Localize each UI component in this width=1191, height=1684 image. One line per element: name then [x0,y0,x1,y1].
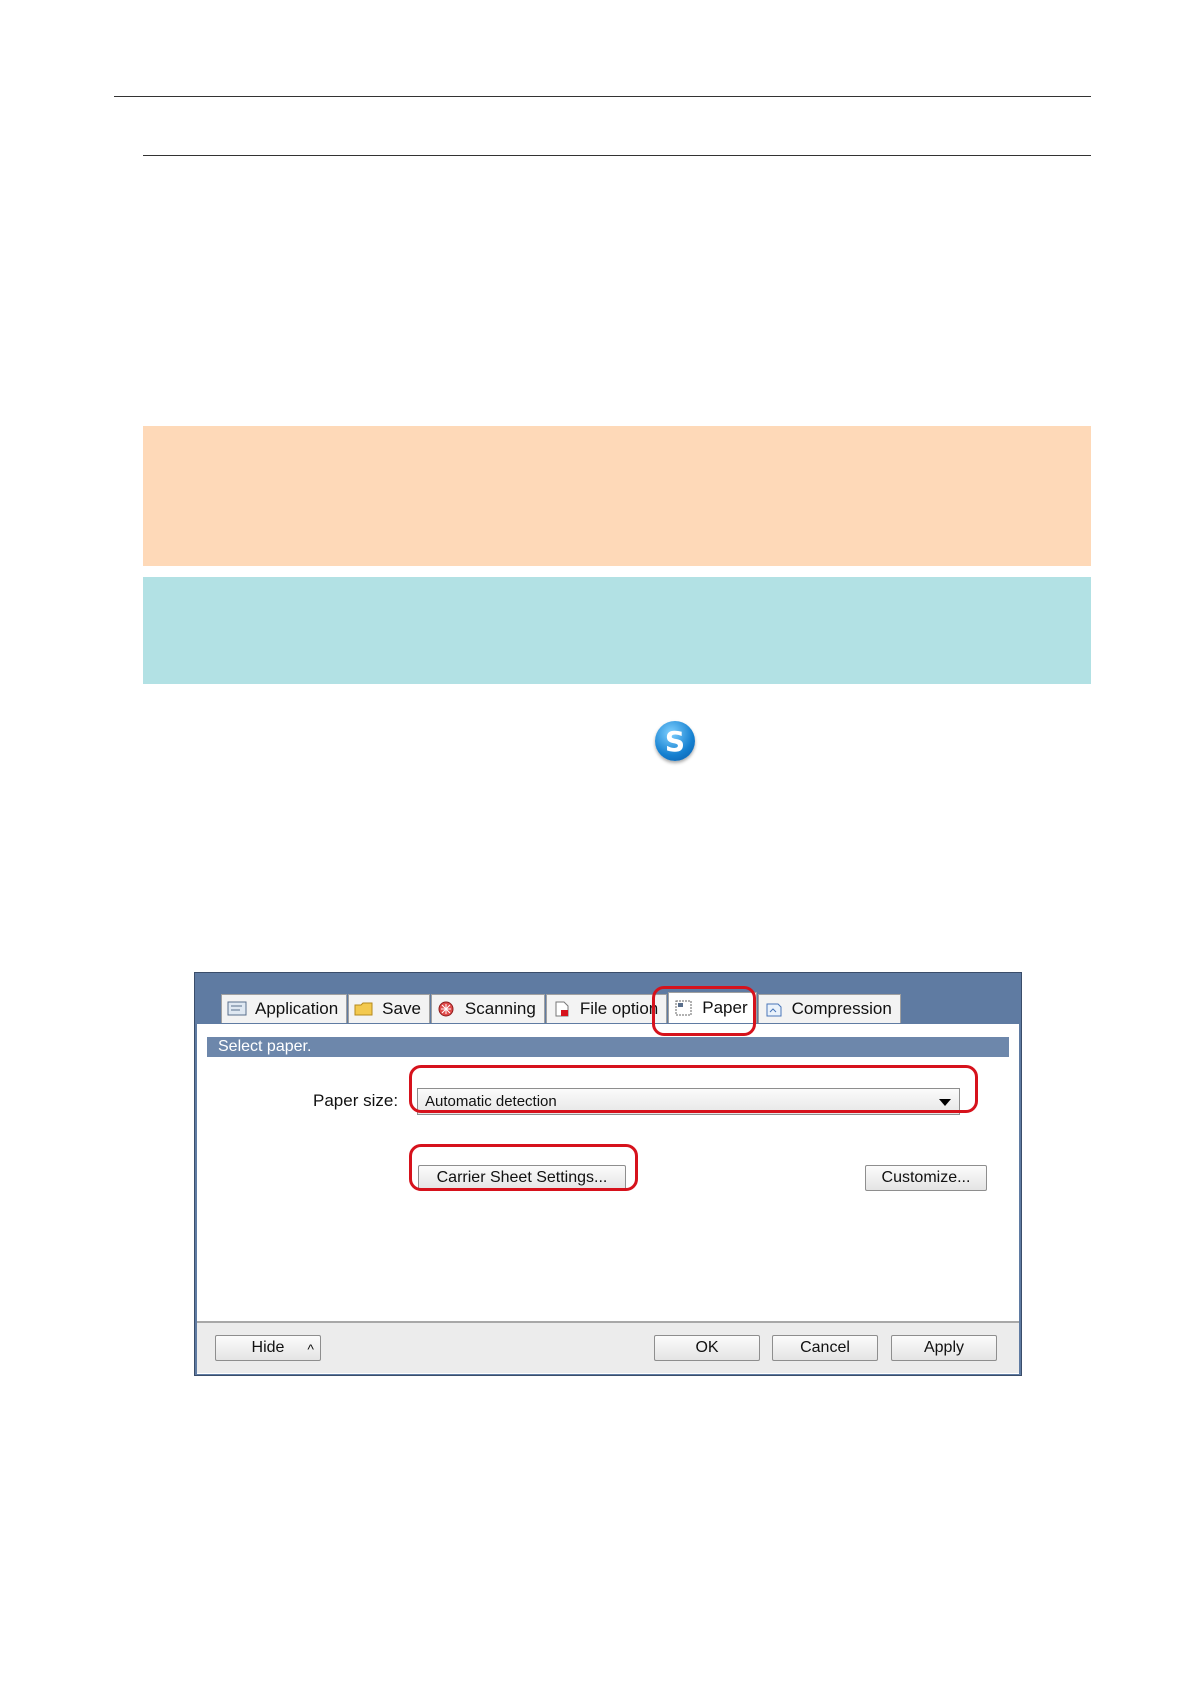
tab-bar: Application Save Scanning File option Pa… [221,992,902,1024]
scansnap-manager-icon: S [655,721,695,761]
highlight-carrier-button [409,1144,638,1191]
panel-header: Select paper. [207,1037,1009,1057]
tab-application-label: Application [255,999,339,1018]
dialog-footer: Hide ^ OK Cancel Apply [197,1321,1019,1373]
customize-button[interactable]: Customize... [865,1165,987,1191]
folder-icon [354,1001,374,1017]
tab-scanning-label: Scanning [464,999,536,1018]
highlight-paper-size [409,1065,978,1113]
hide-button-label: Hide [251,1339,285,1356]
section-rule [143,155,1091,156]
compression-icon [764,1001,784,1017]
tab-save[interactable]: Save [348,994,430,1023]
cancel-button[interactable]: Cancel [772,1335,878,1361]
apply-button[interactable]: Apply [891,1335,997,1361]
chevron-up-icon: ^ [307,1341,314,1357]
scanning-icon [437,1001,457,1017]
tab-file-option[interactable]: File option [545,994,668,1023]
tab-file-option-label: File option [579,999,659,1018]
caution-box [143,426,1091,566]
tab-application[interactable]: Application [221,994,348,1023]
application-icon [227,1001,247,1017]
hide-button[interactable]: Hide ^ [215,1335,321,1361]
tab-compression[interactable]: Compression [757,994,901,1023]
ok-button[interactable]: OK [654,1335,760,1361]
tab-save-label: Save [382,999,421,1018]
tab-compression-label: Compression [791,999,892,1018]
tab-scanning[interactable]: Scanning [430,994,545,1023]
highlight-paper-tab [652,986,756,1036]
paper-size-label: Paper size: [313,1091,399,1110]
file-option-icon [552,1001,572,1017]
top-rule [114,96,1091,97]
hint-box [143,577,1091,684]
